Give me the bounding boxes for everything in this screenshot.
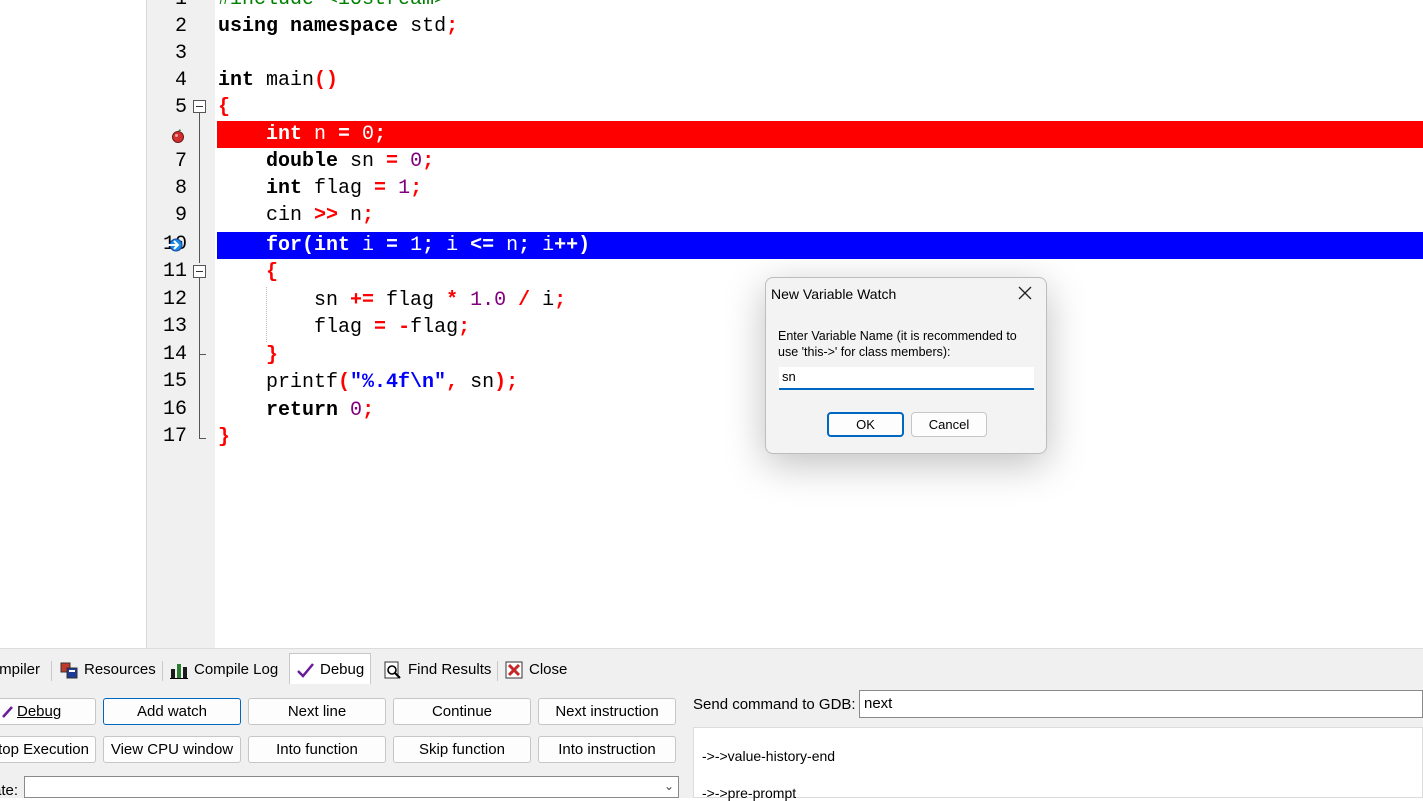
- evaluate-label: Evaluate:: [0, 782, 18, 799]
- code-line: double sn = 0;: [266, 150, 435, 173]
- into-instruction-button[interactable]: Into instruction: [538, 736, 676, 763]
- tab-separator: [51, 661, 52, 681]
- resources-icon: [60, 662, 78, 679]
- gdb-output-line: ->->pre-prompt: [702, 785, 797, 801]
- fold-line: [199, 278, 200, 438]
- line-number: 13: [162, 315, 187, 338]
- code-line: using namespace std;: [218, 15, 459, 38]
- resources-tab-label: Resources: [84, 661, 156, 678]
- tab-compile-log[interactable]: Compile Log: [170, 657, 278, 683]
- continue-button[interactable]: Continue: [393, 698, 531, 725]
- line-number: 17: [162, 425, 187, 448]
- gdb-command-label: Send command to GDB:: [693, 696, 856, 713]
- next-instruction-button[interactable]: Next instruction: [538, 698, 676, 725]
- evaluate-combo[interactable]: ⌄: [24, 776, 679, 798]
- new-variable-watch-dialog: New Variable Watch Enter Variable Name (…: [765, 277, 1047, 454]
- code-line: {: [218, 96, 231, 119]
- tab-compiler[interactable]: Compiler: [0, 657, 40, 683]
- line-number: 3: [174, 42, 187, 65]
- gdb-output-line: ->->value-history-end: [702, 748, 836, 764]
- line-number: 15: [162, 370, 187, 393]
- line-number: 14: [162, 343, 187, 366]
- view-cpu-window-button[interactable]: View CPU window: [103, 736, 241, 763]
- fold-collapse-icon[interactable]: [193, 100, 206, 113]
- variable-name-input[interactable]: sn: [779, 367, 1034, 390]
- compile-log-icon: [170, 664, 188, 679]
- fold-line: [199, 113, 200, 263]
- gdb-output[interactable]: ->->value-history-end ->->pre-prompt: [693, 727, 1423, 801]
- fold-end-tick: [199, 438, 206, 439]
- line-number: 5: [174, 96, 187, 119]
- current-execution-line: for(int i = 1; i <= n; i++): [217, 232, 1423, 259]
- debug-check-icon: [297, 662, 314, 678]
- debug-button[interactable]: Debug: [0, 698, 96, 725]
- add-watch-button[interactable]: Add watch: [103, 698, 241, 725]
- into-function-button[interactable]: Into function: [248, 736, 386, 763]
- debug-tab-label: Debug: [320, 660, 365, 678]
- indent-guide: [266, 287, 267, 342]
- fold-collapse-icon[interactable]: [193, 265, 206, 278]
- tab-close[interactable]: Close: [505, 657, 567, 683]
- tab-separator: [162, 661, 163, 681]
- line-number: 11: [162, 260, 187, 283]
- line-number: 16: [162, 398, 187, 421]
- code-line: cin >> n;: [218, 204, 375, 227]
- code-line: int flag = 1;: [266, 177, 423, 200]
- line-number: 12: [162, 288, 187, 311]
- find-results-icon: [384, 661, 401, 679]
- fold-end-tick: [199, 354, 206, 355]
- debug-button-label: Debug: [17, 703, 62, 720]
- next-line-button[interactable]: Next line: [248, 698, 386, 725]
- compiler-tab-label: Compiler: [0, 661, 41, 678]
- line-number: 4: [174, 69, 187, 92]
- close-panel-icon: [505, 661, 523, 679]
- panel-splitter[interactable]: [147, 0, 156, 648]
- tab-separator: [497, 661, 498, 681]
- line-number: 9: [174, 204, 187, 227]
- breakpoint-line: int n = 0;: [217, 121, 1423, 148]
- cancel-button[interactable]: Cancel: [911, 412, 987, 437]
- code-line: int main(): [218, 69, 339, 92]
- tab-resources[interactable]: Resources: [60, 657, 156, 683]
- skip-function-button[interactable]: Skip function: [393, 736, 531, 763]
- project-browser-panel: [0, 0, 147, 648]
- close-tab-label: Close: [529, 661, 568, 678]
- current-line-arrow-icon: [168, 238, 183, 252]
- stop-execution-button[interactable]: Stop Execution: [0, 736, 96, 763]
- breakpoint-icon[interactable]: [171, 129, 185, 143]
- debug-pencil-icon: [2, 706, 13, 718]
- tab-find-results[interactable]: Find Results: [384, 657, 491, 683]
- line-number: 1: [156, 0, 187, 13]
- find-results-tab-label: Find Results: [408, 661, 492, 678]
- dialog-prompt: Enter Variable Name (it is recommended t…: [778, 329, 1017, 359]
- tab-debug[interactable]: Debug: [289, 653, 372, 685]
- ok-button[interactable]: OK: [827, 412, 904, 437]
- chevron-down-icon[interactable]: ⌄: [664, 779, 674, 793]
- code-line: #include <iostream>: [218, 0, 1423, 13]
- line-number: 8: [174, 177, 187, 200]
- bottom-tab-bar: Compiler Resources Compile Log Debug: [0, 648, 1423, 685]
- close-icon[interactable]: [1018, 286, 1032, 300]
- dialog-title: New Variable Watch: [771, 286, 897, 302]
- line-number: 2: [174, 15, 187, 38]
- gdb-command-input[interactable]: next: [859, 690, 1423, 718]
- compile-log-tab-label: Compile Log: [194, 661, 279, 678]
- line-number: 7: [174, 150, 187, 173]
